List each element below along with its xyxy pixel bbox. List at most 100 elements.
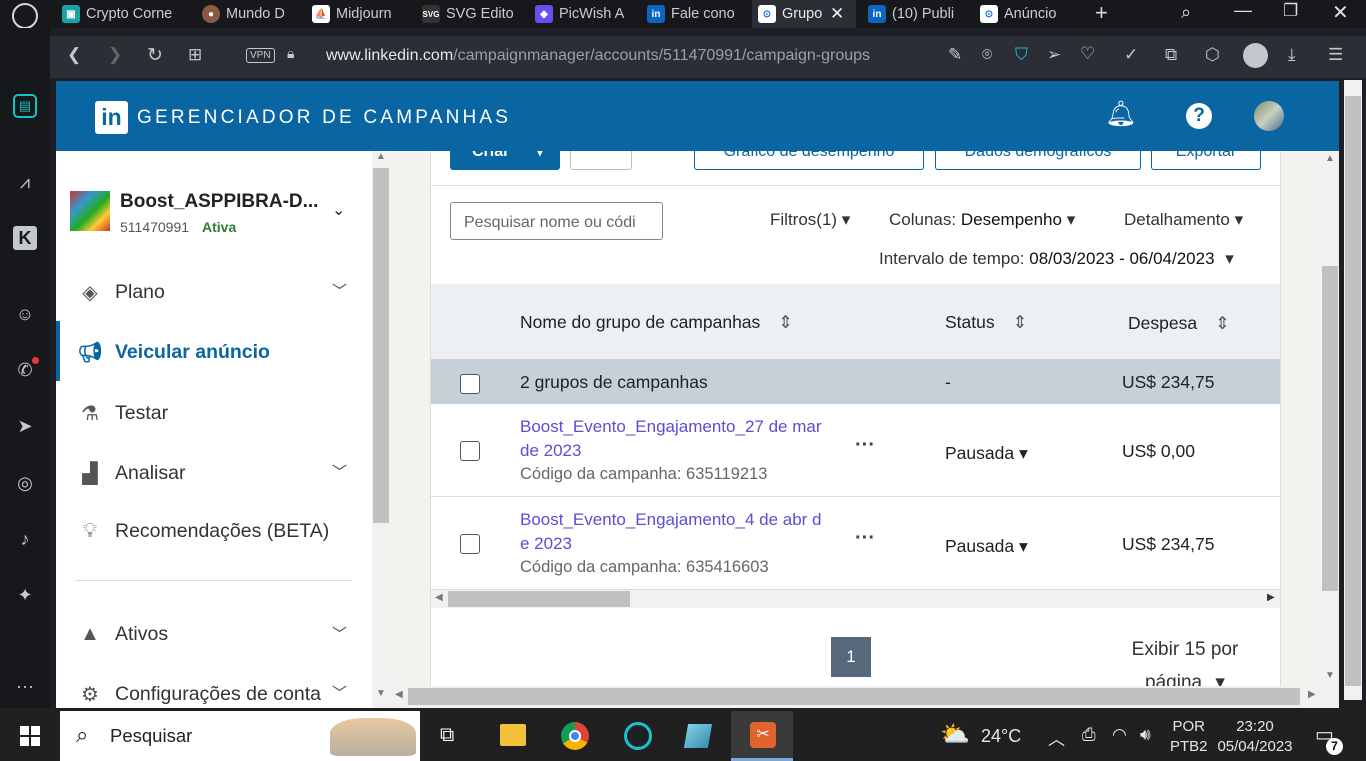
windows-start-icon[interactable] <box>20 726 40 746</box>
user-avatar[interactable] <box>1254 101 1284 131</box>
forward-icon[interactable]: ❯ <box>108 45 122 65</box>
chevron-down-icon[interactable]: ﹀ <box>332 280 347 301</box>
telegram-icon[interactable]: ➤ <box>13 414 37 438</box>
more-options-icon[interactable]: ··· <box>855 527 875 550</box>
tab-3[interactable]: SVG SVG Edito <box>422 0 524 28</box>
url-field[interactable]: www.linkedin.com/campaignmanager/account… <box>326 47 870 65</box>
chevron-down-icon[interactable]: ﹀ <box>332 682 347 703</box>
nav-ativos[interactable]: ▲ Ativos <box>75 623 168 646</box>
weather-temp[interactable]: 24°C <box>981 726 1021 747</box>
select-all-checkbox[interactable] <box>460 374 480 394</box>
k-app-icon[interactable]: K <box>13 226 37 250</box>
weather-icon[interactable]: ⛅ <box>940 720 970 749</box>
edit-share-icon[interactable]: ✎ <box>948 45 962 65</box>
back-icon[interactable]: ❮ <box>67 45 81 65</box>
demographics-button[interactable]: Dados demográficos <box>935 151 1141 170</box>
scroll-up-icon[interactable]: ▲ <box>1325 153 1335 164</box>
linkedin-logo[interactable]: in <box>95 101 128 134</box>
account-name[interactable]: Boost_ASPPIBRA-D... <box>120 191 318 213</box>
tab-0[interactable]: ▣ Crypto Corne <box>62 0 194 28</box>
column-header-spend[interactable]: Despesa ⇕ <box>1128 313 1230 334</box>
column-header-status[interactable]: Status ⇕ <box>945 312 1027 333</box>
cube-icon[interactable]: ⬡ <box>1205 45 1220 65</box>
time-range-dropdown[interactable]: Intervalo de tempo: 08/03/2023 - 06/04/2… <box>879 249 1234 269</box>
minimize-button[interactable]: — <box>1234 0 1252 21</box>
meet-now-icon[interactable]: ⎙ <box>1082 725 1096 745</box>
reload-icon[interactable]: ↻ <box>147 44 163 67</box>
new-tab-button[interactable]: + <box>1095 0 1108 26</box>
tab-5[interactable]: in Fale cono <box>647 0 749 28</box>
scroll-left-icon[interactable]: ◀ <box>435 592 443 603</box>
more-icon[interactable]: ··· <box>13 674 37 698</box>
shield-icon[interactable]: ⛉ <box>1015 45 1028 65</box>
window-edge-thumb-inner[interactable] <box>1345 96 1361 686</box>
help-icon[interactable]: ? <box>1186 103 1212 129</box>
page-scrollbar-thumb[interactable] <box>408 688 1300 705</box>
create-button[interactable]: Criar ▾ <box>450 151 560 170</box>
left-scrollbar-thumb[interactable] <box>373 168 389 523</box>
settings-sliders-icon[interactable]: ☰ <box>1328 45 1343 65</box>
vpn-badge[interactable]: VPN <box>246 48 275 63</box>
performance-chart-button[interactable]: Gráfico de desempenho <box>694 151 924 170</box>
tab-1[interactable]: ● Mundo D <box>202 0 304 28</box>
nav-plano[interactable]: ◈ Plano <box>75 280 165 305</box>
nav-veicular-anuncio[interactable]: 📢︎ Veicular anúncio <box>75 340 270 365</box>
scroll-down-icon[interactable]: ▼ <box>376 688 386 699</box>
tray-up-chevron-icon[interactable]: ︿ <box>1048 725 1065 750</box>
close-window-button[interactable]: ✕ <box>1332 0 1349 25</box>
delete-button[interactable] <box>570 151 632 170</box>
wallet-icon[interactable]: ▤ <box>13 94 37 118</box>
tab-8[interactable]: ⊙ Anúncio <box>980 0 1072 28</box>
download-icon[interactable]: ⤓ <box>1288 45 1296 65</box>
discord-icon[interactable]: ☺ <box>13 302 37 326</box>
send-icon[interactable]: ➢ <box>1047 45 1061 65</box>
nav-configuracoes[interactable]: ⚙ Configurações de conta <box>75 682 321 707</box>
breakdown-dropdown[interactable]: Detalhamento ▾ <box>1124 210 1243 230</box>
scroll-right-icon[interactable]: ▶ <box>1308 689 1316 700</box>
volume-icon[interactable]: 🔊︎ <box>1140 725 1151 745</box>
nav-testar[interactable]: ⚗ Testar <box>75 401 168 426</box>
status-dropdown[interactable]: Pausada ▾ <box>945 443 1028 464</box>
bell-icon[interactable]: 🔔︎ <box>1105 100 1137 129</box>
tabs-grid-icon[interactable]: ⊞ <box>188 45 202 65</box>
page-button[interactable]: 1 <box>831 637 871 677</box>
clock[interactable]: 23:20 05/04/2023 <box>1216 717 1294 757</box>
chevron-down-icon[interactable]: ﹀ <box>332 461 347 482</box>
more-options-icon[interactable]: ··· <box>855 434 875 457</box>
scroll-down-icon[interactable]: ▼ <box>1325 670 1335 681</box>
opera-taskbar-icon[interactable] <box>624 722 652 750</box>
tab-6-active[interactable]: ⊙ Grupo ✕ <box>752 0 856 28</box>
profile-avatar-icon[interactable] <box>1243 43 1268 68</box>
maximize-button[interactable]: ❐ <box>1283 1 1298 21</box>
twitter-icon[interactable]: ✦ <box>13 583 37 607</box>
account-switch-chevron-icon[interactable]: ⌄ <box>332 200 345 220</box>
wifi-icon[interactable]: ◠ <box>1112 725 1127 745</box>
scroll-up-icon[interactable]: ▲ <box>376 151 386 162</box>
close-tab-icon[interactable]: ✕ <box>830 4 844 24</box>
scroll-left-icon[interactable]: ◀ <box>395 689 403 700</box>
check-badge-icon[interactable]: ✓ <box>1124 45 1138 65</box>
chevron-down-icon[interactable]: ﹀ <box>332 623 347 644</box>
aria-icon[interactable]: ⩘ <box>13 170 37 194</box>
export-button[interactable]: Exportar <box>1151 151 1261 170</box>
right-scrollbar-thumb[interactable] <box>1322 266 1338 591</box>
task-view-icon[interactable]: ⧉ <box>440 724 454 747</box>
instagram-icon[interactable]: ◎ <box>13 471 37 495</box>
filters-dropdown[interactable]: Filtros(1) ▾ <box>770 210 850 230</box>
tab-4[interactable]: ◆ PicWish A <box>535 0 635 28</box>
scroll-right-icon[interactable]: ▶ <box>1267 592 1275 603</box>
file-explorer-icon[interactable] <box>500 724 526 746</box>
campaign-group-link[interactable]: Boost_Evento_Engajamento_27 de mar de 202… <box>520 415 821 484</box>
tab-search-icon[interactable]: ⌕ <box>1181 2 1191 23</box>
snapshot-icon[interactable]: ⧉ <box>1165 45 1177 65</box>
campaign-group-link[interactable]: Boost_Evento_Engajamento_4 de abr de 202… <box>520 508 822 577</box>
status-dropdown[interactable]: Pausada ▾ <box>945 536 1028 557</box>
language-indicator[interactable]: POR PTB2 <box>1170 717 1208 757</box>
nav-recomendacoes[interactable]: 💡︎ Recomendações (BETA) <box>75 520 329 543</box>
snipping-tool-icon[interactable]: ✂ <box>750 722 776 748</box>
tab-2[interactable]: ⛵ Midjourn <box>312 0 414 28</box>
row-checkbox[interactable] <box>460 441 480 461</box>
nav-analisar[interactable]: ▟ Analisar <box>75 461 185 486</box>
opera-logo-icon[interactable] <box>12 3 38 29</box>
column-header-name[interactable]: Nome do grupo de campanhas ⇕ <box>520 312 793 333</box>
